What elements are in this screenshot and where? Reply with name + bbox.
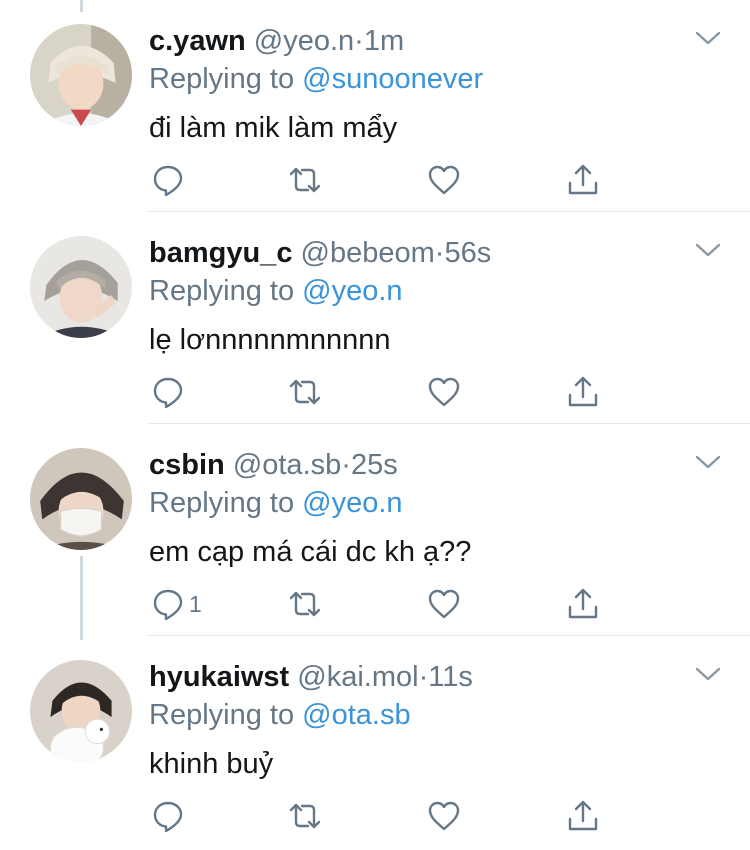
- reply-count: 1: [189, 590, 202, 617]
- chevron-down-icon[interactable]: [694, 28, 722, 48]
- reply-icon: [153, 589, 183, 621]
- share-icon: [568, 800, 598, 831]
- reply-button[interactable]: [151, 160, 189, 200]
- tweet[interactable]: csbin @ota.sb·25s Replying to @yeo.n em …: [0, 424, 750, 636]
- display-name[interactable]: csbin: [149, 449, 225, 481]
- share-icon: [568, 376, 598, 407]
- mention-link[interactable]: @yeo.n: [302, 275, 402, 307]
- tweet[interactable]: hyukaiwst @kai.mol·11s Replying to @ota.…: [0, 636, 750, 848]
- tweet[interactable]: bamgyu_c @bebeom·56s Replying to @yeo.n …: [0, 212, 750, 424]
- timestamp[interactable]: 1m: [364, 25, 404, 57]
- display-name[interactable]: c.yawn: [149, 25, 246, 57]
- replying-to-line: Replying to @sunoonever: [149, 62, 483, 96]
- tweet[interactable]: c.yawn @yeo.n·1m Replying to @sunoonever…: [0, 0, 750, 212]
- chevron-down-icon[interactable]: [694, 664, 722, 684]
- tweet-text: khinh buỷ: [149, 748, 274, 780]
- replying-label: Replying to: [149, 699, 295, 731]
- reply-button[interactable]: [151, 372, 189, 412]
- replying-to-line: Replying to @ota.sb: [149, 698, 411, 732]
- tweet-text: đi làm mik làm mẩy: [149, 112, 398, 144]
- mention-link[interactable]: @sunoonever: [302, 63, 483, 95]
- tweet-text: lẹ lơnnnnnmnnnnn: [149, 324, 391, 356]
- reply-icon: [153, 377, 183, 409]
- retweet-icon: [289, 803, 321, 829]
- share-button[interactable]: [566, 796, 600, 836]
- tweet-header: csbin @ota.sb·25s: [149, 448, 398, 482]
- avatar[interactable]: [30, 24, 132, 126]
- user-handle[interactable]: @kai.mol: [297, 661, 418, 693]
- avatar[interactable]: [30, 236, 132, 338]
- user-handle[interactable]: @bebeom: [301, 237, 435, 269]
- action-bar: [149, 796, 619, 836]
- display-name[interactable]: bamgyu_c: [149, 237, 292, 269]
- action-bar: [149, 372, 619, 412]
- retweet-icon: [289, 167, 321, 193]
- replying-label: Replying to: [149, 275, 295, 307]
- retweet-button[interactable]: [288, 584, 322, 624]
- user-handle[interactable]: @yeo.n: [254, 25, 354, 57]
- replying-label: Replying to: [149, 63, 295, 95]
- retweet-icon: [289, 379, 321, 405]
- reply-button[interactable]: 1: [151, 584, 202, 624]
- share-button[interactable]: [566, 160, 600, 200]
- avatar[interactable]: [30, 660, 132, 762]
- like-button[interactable]: [427, 160, 461, 200]
- replying-to-line: Replying to @yeo.n: [149, 486, 403, 520]
- retweet-icon: [289, 591, 321, 617]
- heart-icon: [428, 165, 460, 195]
- separator-dot: ·: [434, 237, 445, 269]
- like-button[interactable]: [427, 372, 461, 412]
- tweet-header: bamgyu_c @bebeom·56s: [149, 236, 491, 270]
- reply-button[interactable]: [151, 796, 189, 836]
- share-icon: [568, 588, 598, 619]
- separator-dot: ·: [341, 449, 351, 481]
- heart-icon: [428, 589, 460, 619]
- tweet-header: hyukaiwst @kai.mol·11s: [149, 660, 473, 694]
- chevron-down-icon[interactable]: [694, 452, 722, 472]
- avatar[interactable]: [30, 448, 132, 550]
- replying-to-line: Replying to @yeo.n: [149, 274, 403, 308]
- separator-dot: ·: [418, 661, 429, 693]
- display-name[interactable]: hyukaiwst: [149, 661, 289, 693]
- timestamp[interactable]: 11s: [428, 661, 473, 693]
- chevron-down-icon[interactable]: [694, 240, 722, 260]
- like-button[interactable]: [427, 584, 461, 624]
- timestamp[interactable]: 25s: [351, 449, 398, 481]
- reply-icon: [153, 165, 183, 197]
- action-bar: 1: [149, 584, 619, 624]
- tweet-header: c.yawn @yeo.n·1m: [149, 24, 404, 58]
- tweet-text: em cạp má cái dc kh ạ??: [149, 536, 472, 568]
- like-button[interactable]: [427, 796, 461, 836]
- heart-icon: [428, 377, 460, 407]
- retweet-button[interactable]: [288, 160, 322, 200]
- heart-icon: [428, 801, 460, 831]
- action-bar: [149, 160, 619, 200]
- timestamp[interactable]: 56s: [444, 237, 491, 269]
- mention-link[interactable]: @ota.sb: [302, 699, 410, 731]
- separator-dot: ·: [354, 25, 364, 57]
- reply-thread: c.yawn @yeo.n·1m Replying to @sunoonever…: [0, 0, 750, 850]
- share-icon: [568, 164, 598, 195]
- replying-label: Replying to: [149, 487, 295, 519]
- retweet-button[interactable]: [288, 372, 322, 412]
- reply-icon: [153, 801, 183, 833]
- user-handle[interactable]: @ota.sb: [233, 449, 341, 481]
- share-button[interactable]: [566, 584, 600, 624]
- mention-link[interactable]: @yeo.n: [302, 487, 402, 519]
- share-button[interactable]: [566, 372, 600, 412]
- retweet-button[interactable]: [288, 796, 322, 836]
